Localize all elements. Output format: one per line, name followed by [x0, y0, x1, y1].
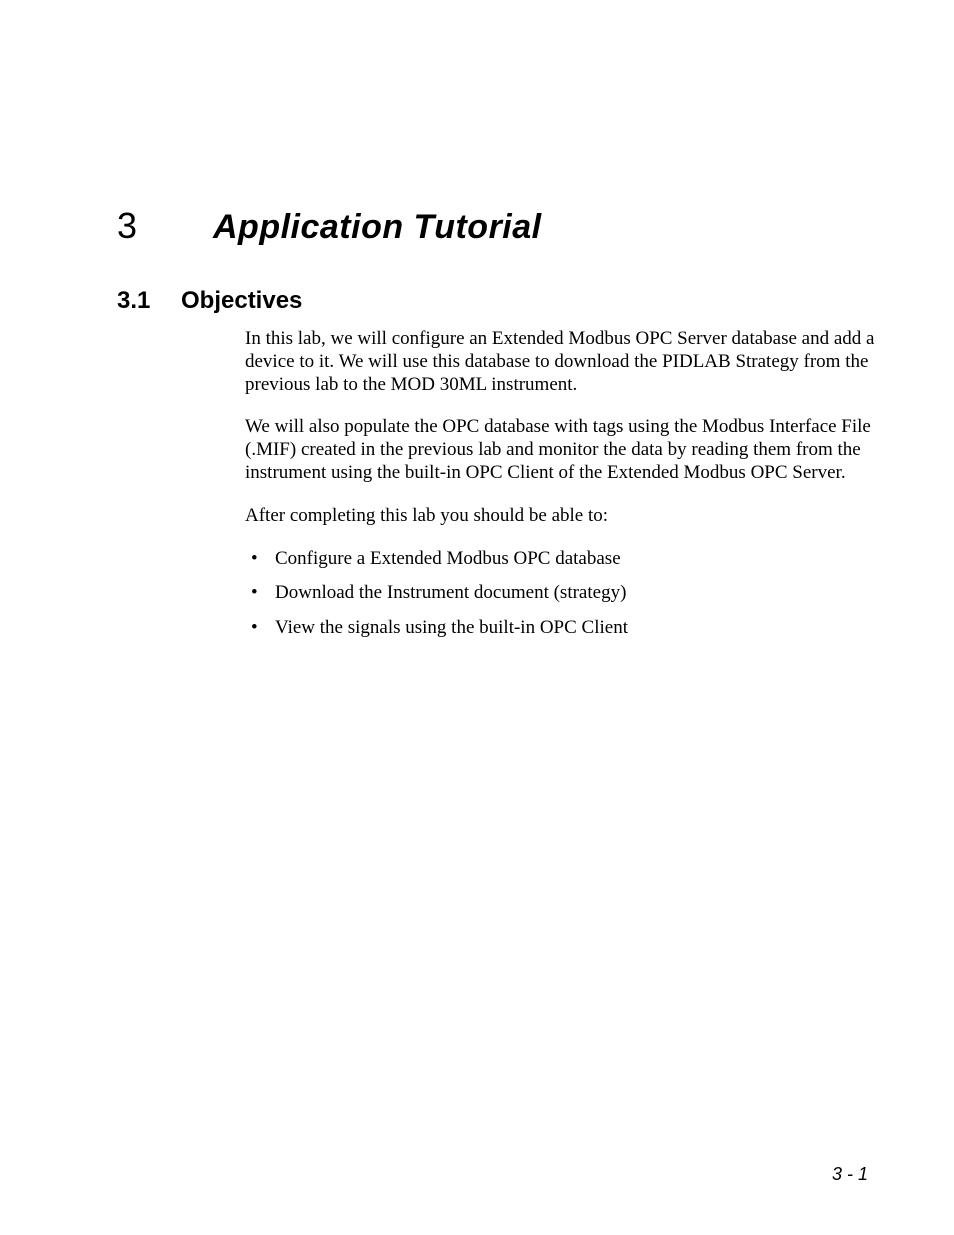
section-title: Objectives	[181, 287, 302, 315]
paragraph: We will also populate the OPC database w…	[245, 416, 885, 484]
objectives-list: Configure a Extended Modbus OPC database…	[245, 548, 885, 640]
list-item: Configure a Extended Modbus OPC database	[245, 548, 885, 571]
body-text: In this lab, we will configure an Extend…	[245, 328, 885, 652]
section-number: 3.1	[117, 287, 181, 315]
chapter-title: Application Tutorial	[213, 208, 542, 247]
chapter-heading: 3 Application Tutorial	[117, 205, 874, 247]
list-item: Download the Instrument document (strate…	[245, 582, 885, 605]
page: 3 Application Tutorial 3.1 Objectives In…	[0, 0, 954, 1235]
section-heading: 3.1 Objectives	[117, 287, 874, 315]
paragraph: After completing this lab you should be …	[245, 505, 885, 528]
paragraph: In this lab, we will configure an Extend…	[245, 328, 885, 396]
chapter-number: 3	[117, 205, 213, 247]
page-number: 3 - 1	[832, 1164, 868, 1185]
list-item: View the signals using the built-in OPC …	[245, 617, 885, 640]
